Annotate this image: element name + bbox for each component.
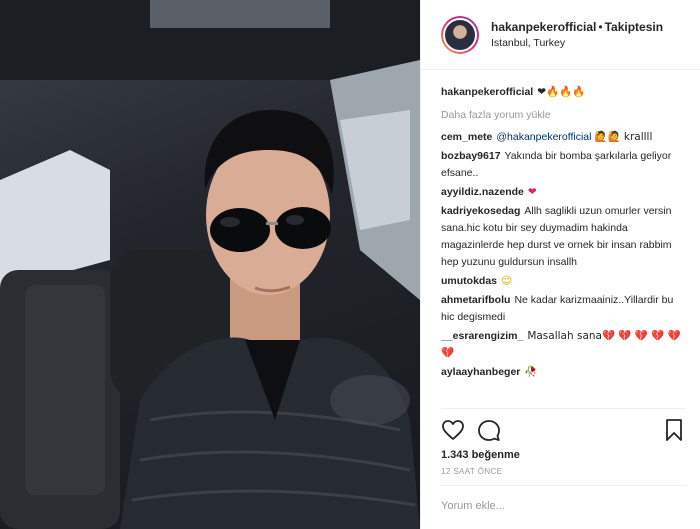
caption-username[interactable]: hakanpekerofficial [441,86,533,98]
comment-list: hakanpekerofficial ❤🔥🔥🔥 Daha fazla yorum … [421,70,700,395]
like-count[interactable]: 1.343 beğenme [441,449,686,461]
comment-icon[interactable] [477,418,501,442]
bookmark-icon[interactable] [662,418,686,442]
comment-text: ❤ [527,186,537,198]
comment-item: bozbay9617 Yakında bir bomba şarkılarla g… [441,148,686,182]
comment-item: umutokdas ☺ [441,273,686,290]
comment-item: cem_mete @hakanpekerofficial 🙋🙋 krallll [441,129,686,146]
comment-username[interactable]: cem_mete [441,131,492,143]
post-timestamp: 12 SAAT ÖNCE [441,467,503,476]
comment-username[interactable]: umutokdas [441,275,497,287]
follow-status[interactable]: Takiptesin [605,20,663,34]
load-more-comments[interactable]: Daha fazla yorum yükle [441,109,686,121]
comment-input[interactable] [441,499,686,512]
comment-text: ☺ [501,275,512,287]
header-username[interactable]: hakanpekerofficial [491,20,596,34]
caption-text: ❤🔥🔥🔥 [537,86,586,98]
comment-username[interactable]: bozbay9617 [441,150,501,162]
caption: hakanpekerofficial ❤🔥🔥🔥 [441,84,686,101]
selfie-car-illustration [0,0,420,529]
comment-text: 🙋🙋 krallll [594,131,653,143]
post-actions: 1.343 beğenme 12 SAAT ÖNCE [441,408,686,476]
post-header: hakanpekerofficial • Takiptesin Istanbul, … [421,0,700,70]
heart-icon[interactable] [441,418,465,442]
post-photo[interactable] [0,0,420,529]
comment-item: aylaayhanbeger 🥀 [441,364,686,381]
comment-item: ahmetarifbolu Ne kadar karizmaainiz..Yill… [441,292,686,326]
add-comment-bar [441,485,686,525]
comment-text: 🥀 [524,366,538,378]
avatar[interactable] [441,15,479,54]
comment-item: kadriyekosedag Allh saglikli uzun omurler… [441,203,686,271]
comment-username[interactable]: __esrarengizim_ [441,330,523,342]
comment-username[interactable]: ahmetarifbolu [441,294,510,306]
comment-mention[interactable]: @hakanpekerofficial [496,131,591,143]
post-detail-panel: hakanpekerofficial • Takiptesin Istanbul, … [420,0,700,529]
comment-username[interactable]: aylaayhanbeger [441,366,520,378]
comment-item: ayyildiz.nazende ❤ [441,184,686,201]
location-link[interactable]: Istanbul, Turkey [491,35,663,51]
comment-username[interactable]: kadriyekosedag [441,205,520,217]
comment-username[interactable]: ayyildiz.nazende [441,186,524,198]
comment-item: __esrarengizim_ Masallah sana💔 💔 💔 💔 💔 💔 [441,328,686,362]
